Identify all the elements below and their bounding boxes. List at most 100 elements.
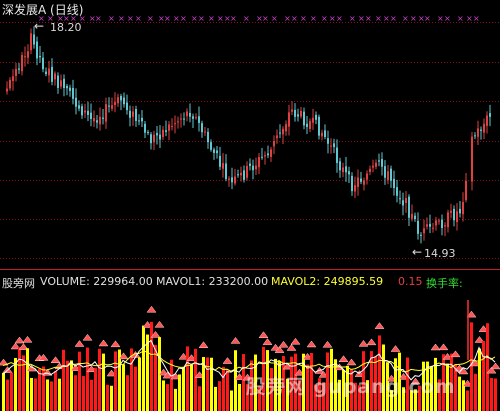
high-price-label: 18.20	[50, 21, 82, 34]
up-arrow-marker	[230, 337, 241, 344]
volume-bar	[474, 373, 477, 411]
up-arrow-marker	[390, 345, 401, 352]
volume-bar	[122, 364, 125, 411]
up-arrow-marker	[22, 335, 33, 343]
volume-bar	[218, 381, 221, 411]
up-arrow-marker	[262, 338, 273, 345]
volume-bar	[470, 322, 473, 411]
up-arrow-marker	[146, 305, 157, 313]
volume-bar	[238, 384, 241, 411]
up-arrow-marker	[290, 337, 301, 345]
volume-bar	[486, 323, 489, 411]
volume-bar	[78, 351, 81, 411]
volume-bar	[138, 357, 141, 411]
volume-bar	[62, 349, 65, 411]
volume-bar	[58, 378, 61, 411]
volume-bar	[478, 348, 481, 411]
volume-bar	[74, 375, 77, 411]
volume-bar	[2, 372, 5, 411]
volume-bar	[114, 351, 117, 411]
up-arrow-marker	[346, 358, 357, 366]
volume-bar	[134, 366, 137, 411]
volume-bar	[206, 357, 209, 411]
turnover-label: 换手率:	[426, 277, 463, 290]
volume-bar	[126, 375, 129, 411]
volume-bar	[130, 348, 133, 411]
mavol2-label: MAVOL2: 249895.59	[271, 275, 384, 288]
volume-bar	[10, 372, 13, 411]
up-arrow-marker	[306, 340, 317, 348]
up-arrow-marker	[258, 331, 269, 338]
volume-bar	[18, 347, 21, 411]
stock-chart-window: × × × × × × × × × × × × × × × × × × × × × × × × × × × × × × × × × × × × × × × ×…	[0, 0, 500, 411]
volume-bar	[466, 390, 469, 411]
volume-bar	[458, 376, 461, 411]
volume-bar	[186, 346, 189, 411]
volume-bar	[490, 378, 493, 411]
volume-bar	[98, 348, 101, 411]
volume-bar	[494, 378, 497, 411]
volume-bar	[230, 390, 233, 411]
volume-bar	[6, 379, 9, 411]
up-arrow-marker	[98, 339, 109, 347]
volume-bar	[90, 379, 93, 411]
up-arrow-marker	[154, 320, 165, 328]
volume-bar	[222, 366, 225, 411]
volume-bar	[110, 385, 113, 411]
volume-bar	[190, 364, 193, 411]
up-arrow-marker	[74, 340, 85, 347]
volume-bar	[174, 388, 177, 411]
volume-bar	[94, 367, 97, 411]
volume-bar	[30, 377, 33, 411]
up-arrow-marker	[490, 362, 500, 370]
volume-bar	[106, 384, 109, 411]
up-arrow-marker	[50, 356, 61, 363]
volume-bar	[142, 325, 145, 411]
volume-bar	[482, 340, 485, 411]
up-arrow-marker	[374, 322, 385, 329]
volume-bar	[210, 357, 213, 411]
volume-bar	[66, 360, 69, 411]
volume-bar	[82, 376, 85, 411]
high-arrow-icon: ←	[34, 19, 45, 33]
up-arrow-marker	[278, 340, 289, 348]
volume-bar	[146, 334, 149, 411]
volume-bar	[182, 366, 185, 411]
volume-bar	[242, 354, 245, 411]
indicator-value: 0.15	[398, 275, 423, 288]
volume-label: VOLUME: 229964.00	[40, 275, 153, 288]
up-arrow-marker	[438, 343, 449, 351]
up-arrow-marker	[366, 338, 377, 346]
volume-bar	[194, 348, 197, 411]
up-arrow-marker	[322, 340, 333, 348]
volume-bar	[54, 371, 57, 411]
volume-bar	[26, 348, 29, 411]
volume-header: 股旁网 VOLUME: 229964.00 MAVOL1: 233200.00 …	[0, 275, 500, 291]
volume-bar	[226, 370, 229, 411]
up-arrow-marker	[358, 339, 369, 347]
up-arrow-marker	[82, 333, 93, 341]
volume-bar	[214, 386, 217, 411]
site-name: 股旁网	[2, 277, 35, 290]
volume-bar	[22, 355, 25, 411]
up-arrow-marker	[338, 355, 349, 362]
volume-bar	[70, 360, 73, 411]
low-price-label: 14.93	[424, 247, 456, 260]
volume-bar	[38, 368, 41, 411]
volume-bar	[166, 384, 169, 411]
volume-bar	[102, 353, 105, 411]
watermark: 股旁网 gupang.com	[246, 376, 456, 398]
volume-bar	[178, 374, 181, 411]
volume-bar	[162, 380, 165, 411]
up-arrow-marker	[110, 340, 121, 348]
volume-bar	[50, 381, 53, 411]
up-arrow-marker	[430, 343, 441, 351]
volume-chart[interactable]	[0, 0, 500, 411]
volume-bar	[234, 350, 237, 411]
volume-bar	[198, 386, 201, 411]
up-arrow-marker	[222, 357, 233, 364]
chart-title: 深发展A (日线)	[2, 3, 84, 17]
volume-bar	[14, 357, 17, 411]
volume-bar	[86, 347, 89, 411]
up-arrow-marker	[198, 341, 209, 349]
